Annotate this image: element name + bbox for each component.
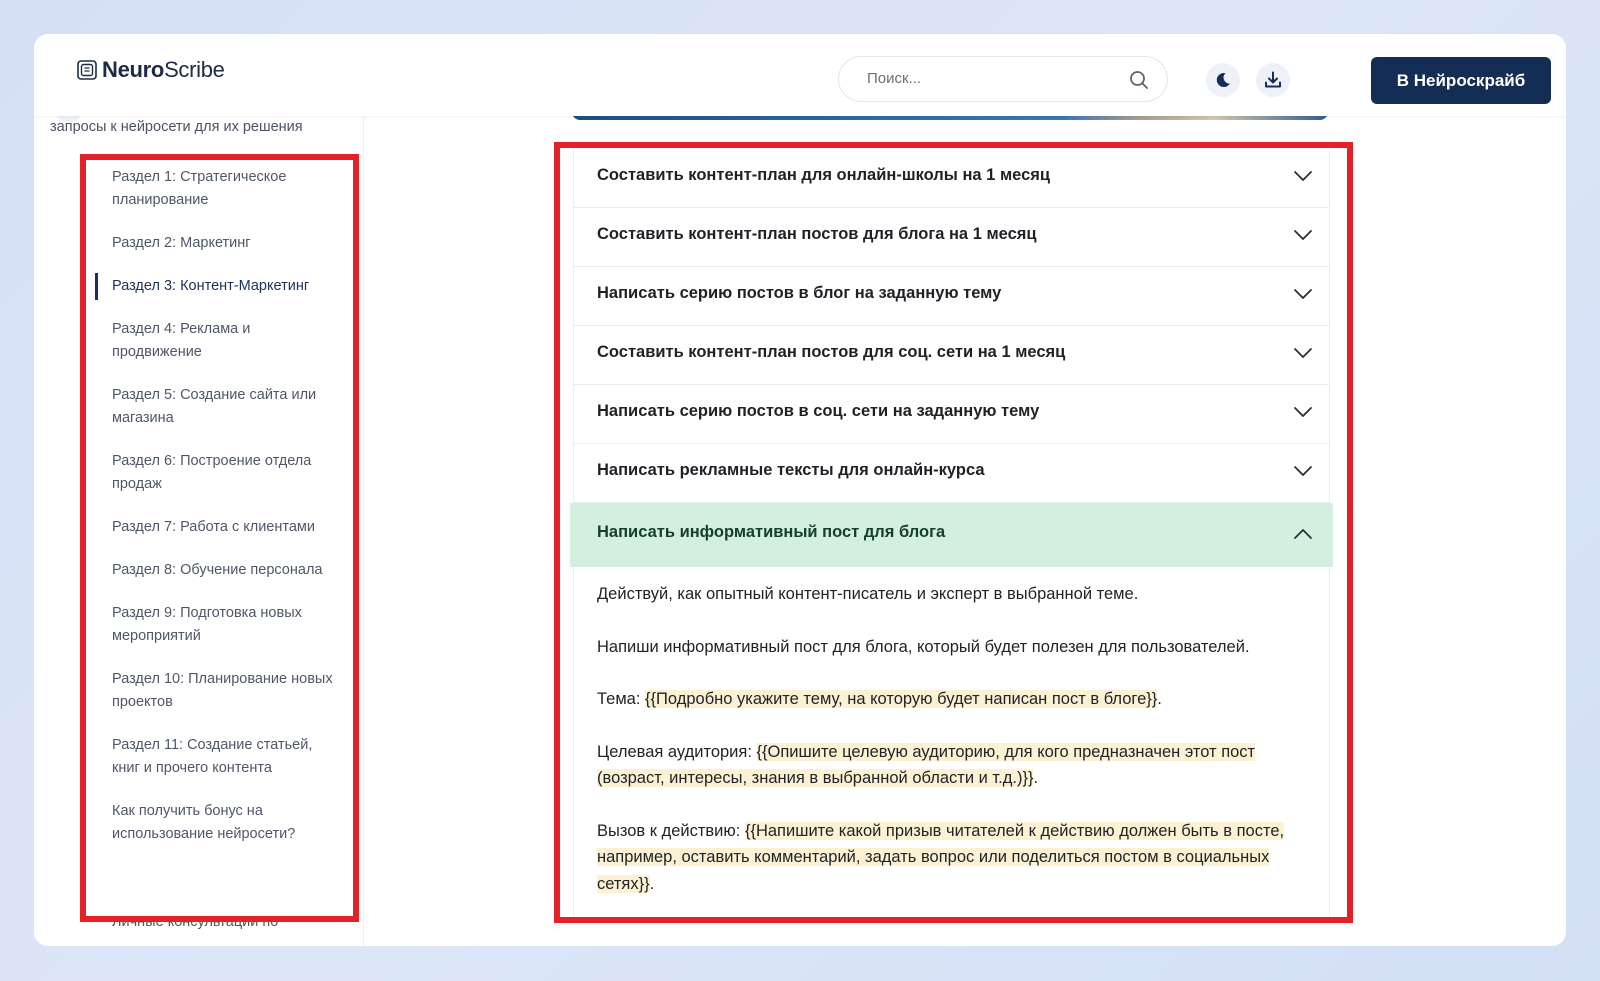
sentence-end: .: [649, 874, 655, 893]
toc-item[interactable]: Раздел 4: Реклама и продвижение: [96, 308, 350, 374]
logo[interactable]: NeuroScribe: [76, 57, 225, 83]
prompt-paragraph: Напиши информативный пост для блога, кот…: [597, 637, 1250, 656]
top-header: NeuroScribe В Нейроскрайб: [34, 34, 1566, 116]
accordion-item[interactable]: Написать информативный пост для блога: [570, 503, 1333, 567]
toc-item[interactable]: Раздел 3: Контент-Маркетинг: [95, 265, 350, 308]
accordion-item[interactable]: Написать серию постов в соц. сети на зад…: [574, 385, 1329, 444]
toc-item[interactable]: Раздел 2: Маркетинг: [96, 222, 350, 265]
search-input[interactable]: [865, 69, 1109, 88]
accordion-item-title: Составить контент-план постов для соц. с…: [597, 343, 1066, 361]
accordion-item-title: Написать серию постов в соц. сети на зад…: [597, 402, 1040, 420]
toc-item-cut[interactable]: Личные консультации по: [112, 914, 278, 930]
accordion-item-title: Написать рекламные тексты для онлайн-кур…: [597, 461, 985, 479]
table-of-contents: Раздел 1: Стратегическое планирование Раз…: [95, 156, 350, 856]
cta-label: Вызов к действию:: [597, 821, 745, 840]
toc-item[interactable]: Раздел 11: Создание статьей, книг и проч…: [96, 724, 350, 790]
chevron-down-icon[interactable]: [1293, 346, 1313, 360]
download-icon: [1265, 71, 1281, 88]
sidebar-partial-text: запросы к нейросети для их решения: [50, 119, 303, 135]
sentence-end: .: [1157, 690, 1162, 708]
prompt-call-to-action: Вызов к действию: {{Напишите какой призы…: [597, 818, 1305, 898]
logo-text-light: Scribe: [164, 57, 225, 82]
accordion-item[interactable]: Написать серию постов в блог на заданную…: [574, 267, 1329, 326]
toc-item[interactable]: Раздел 7: Работа с клиентами: [96, 506, 350, 549]
accordion-item[interactable]: Написать рекламные тексты для онлайн-кур…: [574, 444, 1329, 503]
app-window: NeuroScribe В Нейроскрайб запросы к: [34, 34, 1566, 946]
theme-toggle-button[interactable]: [1206, 63, 1240, 97]
download-button[interactable]: [1256, 63, 1290, 97]
chevron-down-icon[interactable]: [1293, 405, 1313, 419]
audience-label: Целевая аудитория:: [597, 742, 757, 761]
logo-text: NeuroScribe: [102, 57, 225, 83]
prompt-accordion: Составить контент-план для онлайн-школы …: [570, 149, 1333, 923]
toc-item[interactable]: Раздел 1: Стратегическое планирование: [96, 156, 350, 222]
logo-text-bold: Neuro: [102, 57, 165, 82]
sidebar: запросы к нейросети для их решения Разде…: [34, 108, 364, 946]
sentence-end: .: [1033, 769, 1039, 787]
search-box[interactable]: [838, 56, 1168, 102]
prompt-audience: Целевая аудитория: {{Опишите целевую ауд…: [597, 739, 1305, 792]
toc-item[interactable]: Раздел 8: Обучение персонала: [96, 549, 350, 592]
accordion-item[interactable]: Составить контент-план для онлайн-школы …: [574, 149, 1329, 208]
toc-item[interactable]: Раздел 5: Создание сайта или магазина: [96, 374, 350, 440]
toc-item[interactable]: Как получить бонус на использование нейр…: [96, 790, 350, 856]
accordion-item-body: Действуй, как опытный контент-писатель и…: [574, 567, 1329, 897]
accordion-item-title: Написать информативный пост для блога: [597, 523, 946, 541]
prompt-paragraph: Действуй, как опытный контент-писатель и…: [597, 585, 1139, 603]
chevron-down-icon[interactable]: [1293, 169, 1313, 183]
toc-item[interactable]: Раздел 9: Подготовка новых мероприятий: [96, 592, 350, 658]
topic-placeholder: {{Подробно укажите тему, на которую буде…: [645, 690, 1158, 708]
topic-label: Тема:: [597, 690, 646, 708]
neuroscribe-cta-button[interactable]: В Нейроскрайб: [1371, 57, 1551, 104]
accordion-item-title: Составить контент-план постов для блога …: [597, 225, 1037, 243]
toc-item[interactable]: Раздел 6: Построение отдела продаж: [96, 440, 350, 506]
search-icon[interactable]: [1129, 70, 1149, 90]
toc-item[interactable]: Раздел 10: Планирование новых проектов: [96, 658, 350, 724]
moon-icon: [1216, 72, 1230, 87]
prompt-topic: Тема: {{Подробно укажите тему, на котору…: [597, 686, 1305, 713]
accordion-item[interactable]: Составить контент-план постов для блога …: [574, 208, 1329, 267]
logo-icon: [77, 60, 97, 80]
accordion-item-title: Написать серию постов в блог на заданную…: [597, 284, 1002, 302]
accordion-item[interactable]: Составить контент-план постов для соц. с…: [574, 326, 1329, 385]
accordion-item-title: Составить контент-план для онлайн-школы …: [597, 166, 1051, 184]
chevron-down-icon[interactable]: [1293, 228, 1313, 242]
chevron-up-icon[interactable]: [1293, 527, 1313, 541]
chevron-down-icon[interactable]: [1293, 464, 1313, 478]
chevron-down-icon[interactable]: [1293, 287, 1313, 301]
